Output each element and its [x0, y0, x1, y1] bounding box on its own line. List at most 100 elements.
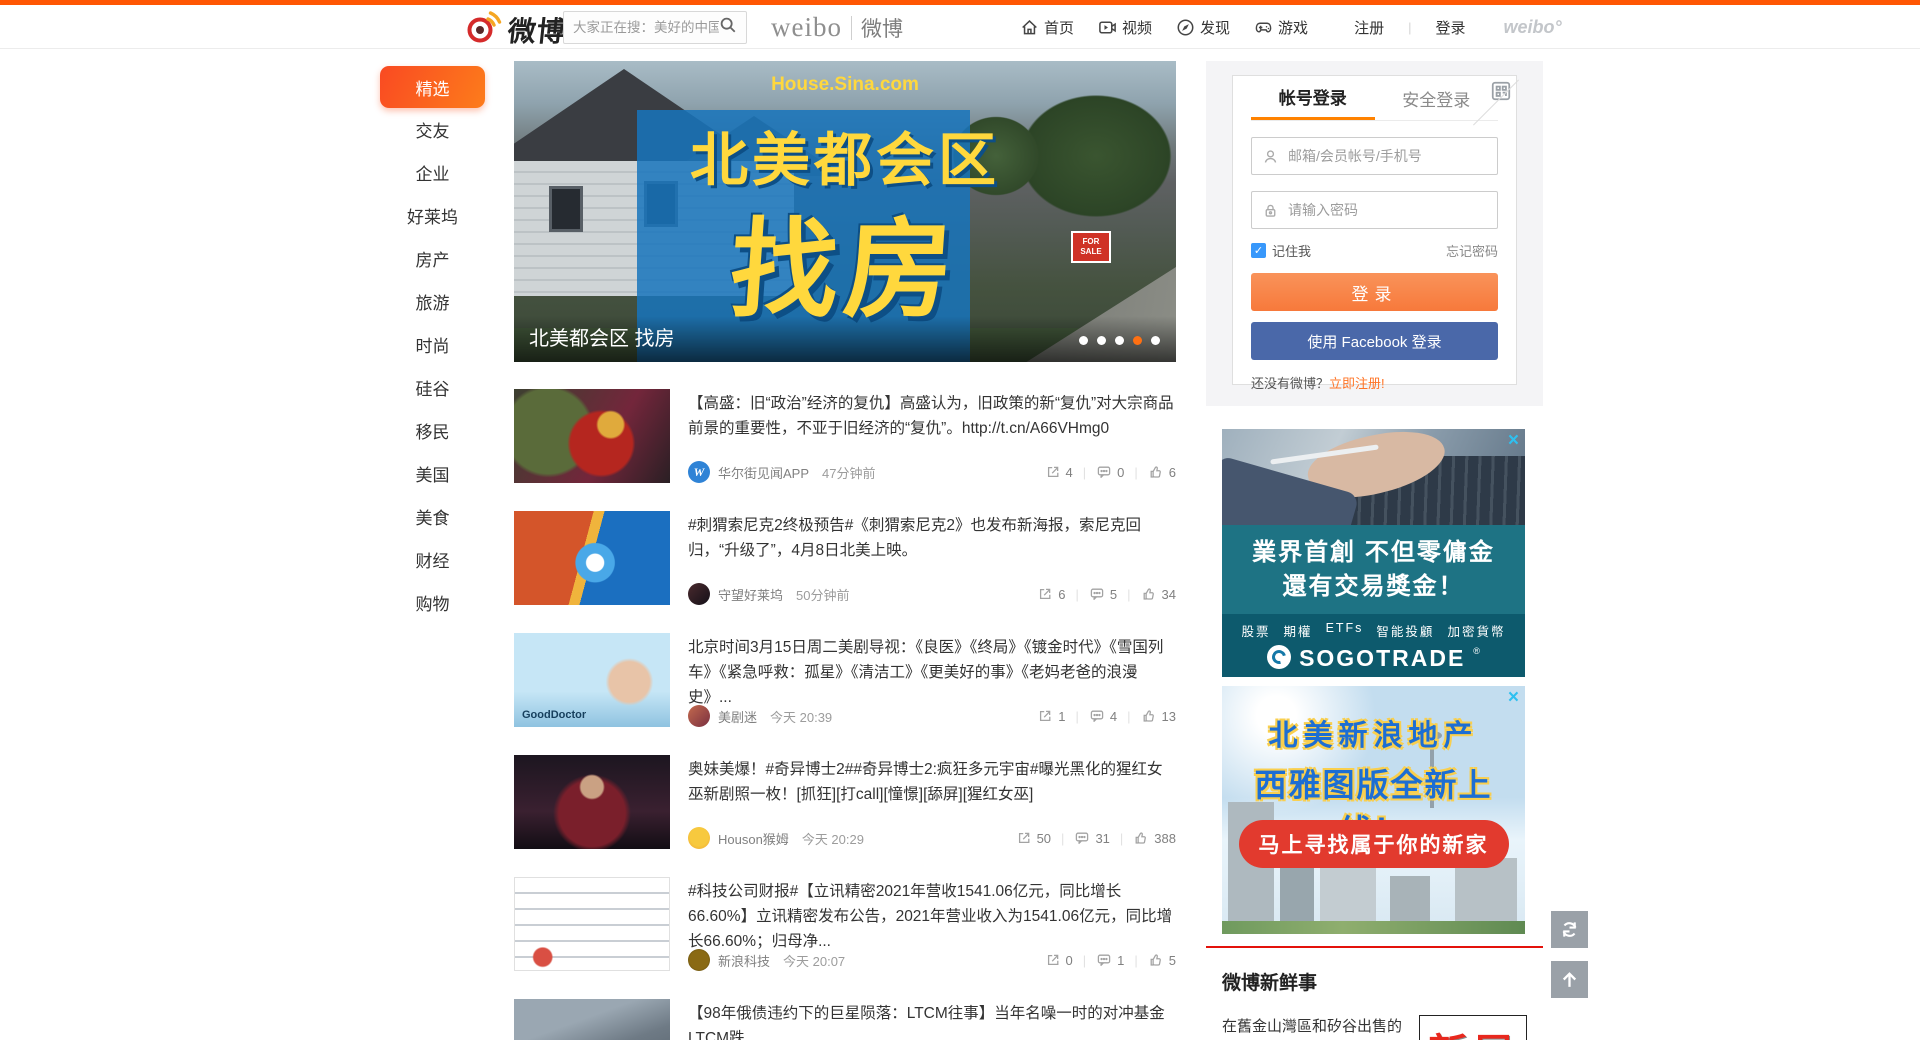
password-input[interactable]: [1288, 202, 1487, 218]
author-name[interactable]: 华尔街见闻APP: [718, 463, 809, 482]
post-thumbnail[interactable]: GoodDoctor: [514, 633, 670, 727]
carousel-dot[interactable]: [1133, 336, 1142, 345]
comment-stat[interactable]: 0: [1096, 464, 1124, 480]
username-input[interactable]: [1288, 148, 1487, 164]
feed-post[interactable]: #科技公司财报#【立讯精密2021年营收1541.06亿元，同比增长66.60%…: [514, 877, 1176, 999]
sidebar-category[interactable]: 旅游: [380, 280, 485, 323]
ad-cta-button[interactable]: 马上寻找属于你的新家: [1239, 820, 1509, 868]
like-stat[interactable]: 13: [1141, 708, 1176, 724]
share-stat[interactable]: 4: [1045, 464, 1073, 480]
ad-headline-1: 北美新浪地产: [1222, 712, 1525, 754]
post-thumbnail[interactable]: [514, 999, 670, 1040]
post-text[interactable]: #科技公司财报#【立讯精密2021年营收1541.06亿元，同比增长66.60%…: [688, 879, 1178, 954]
sidebar-category[interactable]: 企业: [380, 151, 485, 194]
post-text[interactable]: 奥妹美爆！#奇异博士2##奇异博士2:疯狂多元宇宙#曝光黑化的猩红女巫新剧照一枚…: [688, 757, 1178, 807]
feed-post[interactable]: #刺猬索尼克2终极预告#《刺猬索尼克2》也发布新海报，索尼克回归，“升级了”，4…: [514, 511, 1176, 633]
comment-stat[interactable]: 4: [1089, 708, 1117, 724]
sidebar-category[interactable]: 购物: [380, 581, 485, 624]
post-text[interactable]: 【高盛：旧“政治”经济的复仇】高盛认为，旧政策的新“复仇”对大宗商品前景的重要性…: [688, 391, 1178, 441]
like-stat[interactable]: 388: [1133, 830, 1176, 846]
remember-me-checkbox[interactable]: ✓: [1251, 243, 1266, 258]
search-box[interactable]: [563, 11, 747, 44]
sidebar-category[interactable]: 财经: [380, 538, 485, 581]
fresh-news-thumbnail[interactable]: 新屋: [1419, 1015, 1527, 1040]
facebook-login-button[interactable]: 使用 Facebook 登录: [1251, 322, 1498, 360]
sidebar-category[interactable]: 硅谷: [380, 366, 485, 409]
register-link[interactable]: 注册: [1354, 17, 1384, 38]
register-now-link[interactable]: 立即注册!: [1329, 376, 1385, 391]
carousel-dot[interactable]: [1115, 336, 1124, 345]
fresh-news-section: 微博新鲜事 在舊金山灣區和矽谷出售的新建築房屋 新屋: [1206, 946, 1543, 1040]
author-avatar[interactable]: [688, 583, 710, 605]
feed-post[interactable]: GoodDoctor 北京时间3月15日周二美剧导视：《良医》《终局》《镀金时代…: [514, 633, 1176, 755]
carousel-dot[interactable]: [1097, 336, 1106, 345]
share-stat[interactable]: 1: [1037, 708, 1065, 724]
ad-sina-realestate[interactable]: × 北美新浪地产 西雅图版全新上线！ 马上寻找属于你的新家: [1222, 686, 1525, 934]
weibo-logo[interactable]: 微博: [465, 9, 566, 50]
post-thumbnail[interactable]: [514, 511, 670, 605]
nav-item[interactable]: 发现: [1176, 17, 1230, 38]
login-button[interactable]: 登录: [1251, 273, 1498, 311]
carousel-dot[interactable]: [1079, 336, 1088, 345]
post-thumbnail[interactable]: [514, 755, 670, 849]
username-field[interactable]: [1251, 137, 1498, 175]
author-avatar[interactable]: [688, 949, 710, 971]
post-thumbnail[interactable]: [514, 877, 670, 971]
post-text[interactable]: 北京时间3月15日周二美剧导视：《良医》《终局》《镀金时代》《雪国列车》《紧急呼…: [688, 635, 1178, 710]
sidebar-category[interactable]: 精选: [380, 66, 485, 108]
author-name[interactable]: 新浪科技: [718, 951, 770, 970]
like-stat[interactable]: 5: [1148, 952, 1176, 968]
feed-post[interactable]: 【98年俄债违约下的巨星陨落：LTCM往事】当年名噪一时的对冲基金LTCM跌 |…: [514, 999, 1176, 1040]
comment-stat[interactable]: 1: [1096, 952, 1124, 968]
qr-login-icon[interactable]: [1472, 76, 1516, 120]
main-content: House.Sina.com 北美都会区 找房 FOR SALE 北美都会区 找…: [514, 61, 1176, 1040]
share-stat[interactable]: 50: [1016, 830, 1051, 846]
register-prompt: 还没有微博？: [1251, 376, 1329, 391]
sidebar-category[interactable]: 房产: [380, 237, 485, 280]
refresh-button[interactable]: [1551, 911, 1588, 948]
author-name[interactable]: 美剧迷: [718, 707, 757, 726]
nav-item[interactable]: 视频: [1098, 17, 1152, 38]
weibo-logo-right: weibo°: [1503, 17, 1561, 38]
comment-stat[interactable]: 31: [1074, 830, 1109, 846]
sidebar-category[interactable]: 交友: [380, 108, 485, 151]
sidebar-category[interactable]: 时尚: [380, 323, 485, 366]
post-thumbnail[interactable]: [514, 389, 670, 483]
post-text[interactable]: 【98年俄债违约下的巨星陨落：LTCM往事】当年名噪一时的对冲基金LTCM跌: [688, 1001, 1178, 1040]
like-stat[interactable]: 34: [1141, 586, 1176, 602]
feed-post[interactable]: 【高盛：旧“政治”经济的复仇】高盛认为，旧政策的新“复仇”对大宗商品前景的重要性…: [514, 389, 1176, 511]
sidebar-category[interactable]: 美国: [380, 452, 485, 495]
fresh-news-item[interactable]: 在舊金山灣區和矽谷出售的新建築房屋 新屋: [1222, 1015, 1527, 1040]
author-avatar[interactable]: [688, 827, 710, 849]
login-link[interactable]: 登录: [1435, 17, 1465, 38]
fresh-news-text[interactable]: 在舊金山灣區和矽谷出售的新建築房屋: [1222, 1015, 1407, 1040]
author-avatar[interactable]: W: [688, 461, 710, 483]
ad-sogotrade[interactable]: × 業界首創 不但零傭金 還有交易獎金！ 股票 期權 ETFs 智能投顧 加密貨…: [1222, 429, 1525, 677]
sidebar-category[interactable]: 美食: [380, 495, 485, 538]
carousel-dot[interactable]: [1151, 336, 1160, 345]
forgot-password-link[interactable]: 忘记密码: [1446, 241, 1498, 260]
nav-item[interactable]: 首页: [1020, 17, 1074, 38]
author-name[interactable]: 守望好莱坞: [718, 585, 783, 604]
share-stat[interactable]: 6: [1037, 586, 1065, 602]
post-text[interactable]: #刺猬索尼克2终极预告#《刺猬索尼克2》也发布新海报，索尼克回归，“升级了”，4…: [688, 513, 1178, 563]
feed-post[interactable]: 奥妹美爆！#奇异博士2##奇异博士2:疯狂多元宇宙#曝光黑化的猩红女巫新剧照一枚…: [514, 755, 1176, 877]
comment-stat[interactable]: 5: [1089, 586, 1117, 602]
nav-item[interactable]: 游戏: [1254, 17, 1308, 38]
share-icon: [1016, 830, 1032, 846]
search-icon[interactable]: [719, 16, 737, 39]
sidebar-category[interactable]: 移民: [380, 409, 485, 452]
author-name[interactable]: Houson猴姆: [718, 829, 789, 848]
share-stat[interactable]: 0: [1045, 952, 1073, 968]
like-stat[interactable]: 6: [1148, 464, 1176, 480]
search-input[interactable]: [573, 20, 719, 35]
register-row: 还没有微博？立即注册!: [1251, 373, 1498, 392]
hero-carousel[interactable]: House.Sina.com 北美都会区 找房 FOR SALE 北美都会区 找…: [514, 61, 1176, 362]
back-to-top-button[interactable]: [1551, 961, 1588, 998]
password-field[interactable]: [1251, 191, 1498, 229]
sidebar-category[interactable]: 好莱坞: [380, 194, 485, 237]
ad-close-icon[interactable]: ×: [1508, 431, 1519, 450]
ad-close-icon[interactable]: ×: [1508, 688, 1519, 707]
tab-account-login[interactable]: 帐号登录: [1251, 76, 1375, 120]
author-avatar[interactable]: [688, 705, 710, 727]
